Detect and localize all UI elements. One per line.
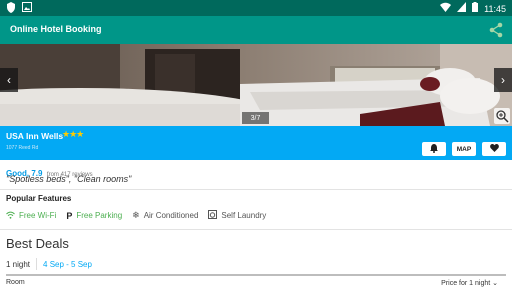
app-title: Online Hotel Booking bbox=[10, 24, 102, 34]
snowflake-icon: ❄ bbox=[132, 210, 140, 220]
hotel-address: 1077 Reed Rd bbox=[6, 145, 39, 151]
dates-separator bbox=[36, 258, 38, 270]
zoom-icon[interactable] bbox=[494, 108, 510, 124]
app-bar: Online Hotel Booking bbox=[0, 16, 512, 44]
hotel-header: USA Inn Wells ★★★ 1077 Reed Rd MAP bbox=[0, 126, 512, 160]
stay-dates[interactable]: 1 night 4 Sep - 5 Sep bbox=[6, 258, 92, 270]
column-price-sort[interactable]: Price for 1 night ⌄ bbox=[441, 279, 498, 287]
map-button[interactable]: MAP bbox=[452, 142, 476, 156]
gallery-next-button[interactable]: › bbox=[494, 68, 512, 92]
divider bbox=[0, 229, 512, 230]
cell-signal-icon bbox=[457, 2, 467, 15]
column-room: Room bbox=[6, 279, 25, 286]
star-rating: ★★★ bbox=[62, 129, 84, 139]
feature-label: Air Conditioned bbox=[143, 211, 199, 220]
shield-icon bbox=[6, 2, 16, 16]
gallery-counter: 3/7 bbox=[242, 112, 269, 124]
deals-table-header: Room Price for 1 night ⌄ bbox=[6, 279, 506, 287]
laundry-icon bbox=[208, 210, 218, 221]
heart-icon bbox=[489, 144, 499, 154]
hotel-photo-gallery[interactable]: ‹ › 3/7 bbox=[0, 44, 512, 126]
parking-icon: P bbox=[66, 210, 73, 221]
nights-count: 1 night bbox=[6, 259, 31, 269]
features-heading: Popular Features bbox=[6, 194, 72, 203]
wifi-signal-icon bbox=[440, 2, 452, 15]
divider bbox=[0, 189, 512, 190]
date-range[interactable]: 4 Sep - 5 Sep bbox=[43, 260, 92, 269]
best-deals-heading: Best Deals bbox=[6, 236, 69, 251]
feature-label: Self Laundry bbox=[221, 211, 267, 220]
status-time: 11:45 bbox=[484, 3, 506, 14]
deals-tab-indicator bbox=[6, 274, 506, 276]
status-bar: 11:45 bbox=[0, 0, 512, 16]
wifi-icon bbox=[6, 211, 15, 221]
bell-icon bbox=[430, 143, 438, 155]
image-icon bbox=[22, 2, 32, 16]
review-quote: "Spotless beds", "Clean rooms" bbox=[6, 174, 132, 184]
share-icon[interactable] bbox=[488, 22, 504, 38]
hotel-name: USA Inn Wells bbox=[6, 131, 64, 141]
price-alert-button[interactable] bbox=[422, 142, 446, 156]
battery-icon bbox=[472, 2, 479, 15]
review-summary[interactable]: Good, 7.9 from 417 reviews "Spotless bed… bbox=[6, 163, 131, 184]
feature-label: Free Parking bbox=[76, 211, 123, 220]
gallery-prev-button[interactable]: ‹ bbox=[0, 68, 18, 92]
feature-label: Free Wi-Fi bbox=[19, 211, 57, 220]
favorite-button[interactable] bbox=[482, 142, 506, 156]
feature-free-parking: P Free Parking bbox=[66, 210, 122, 221]
feature-air-conditioned: ❄ Air Conditioned bbox=[132, 210, 198, 221]
feature-self-laundry: Self Laundry bbox=[208, 210, 266, 221]
feature-free-wifi: Free Wi-Fi bbox=[6, 210, 56, 221]
popular-features: Popular Features Free Wi-Fi P Free Parki… bbox=[6, 194, 506, 221]
